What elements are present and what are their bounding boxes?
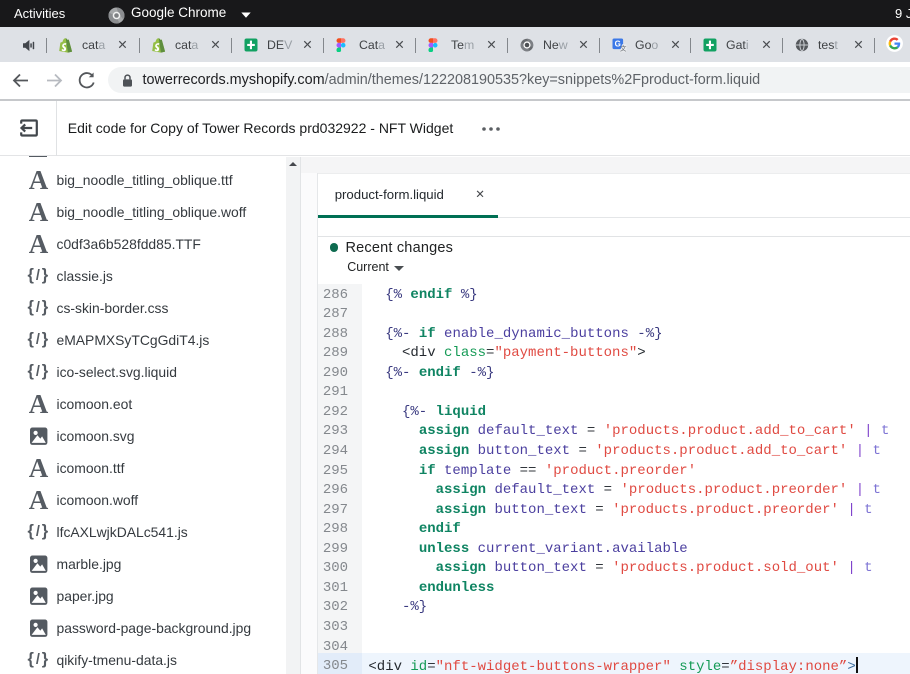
svg-text:文: 文 (620, 44, 627, 53)
